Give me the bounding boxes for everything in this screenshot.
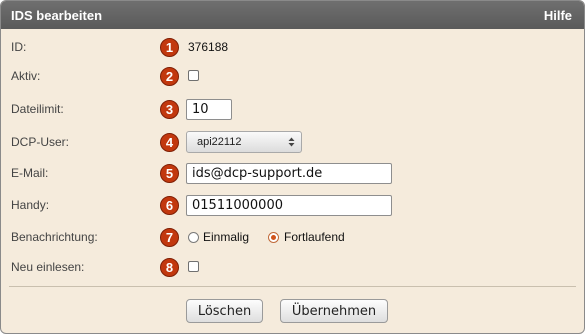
neu-einlesen-checkbox[interactable]: [188, 261, 199, 272]
neu-einlesen-label: Neu einlesen:: [11, 260, 85, 274]
row-email: E-Mail: 5 ids@dcp-support.de: [1, 160, 584, 186]
aktiv-label: Aktiv:: [11, 69, 41, 83]
email-label: E-Mail:: [11, 166, 49, 180]
dialog-title: IDS bearbeiten: [11, 7, 103, 23]
row-handy: Handy: 6 01511000000: [1, 192, 584, 218]
delete-button[interactable]: Löschen: [186, 299, 263, 323]
benachrichtung-label: Benachrichtung:: [11, 230, 98, 244]
handy-field[interactable]: 01511000000: [186, 195, 392, 216]
step-badge-1: 1: [160, 38, 179, 57]
step-badge-7: 7: [160, 228, 179, 247]
ids-edit-dialog: IDS bearbeiten Hilfe ID: 1 376188 Aktiv:…: [0, 0, 585, 334]
id-label: ID:: [11, 40, 27, 54]
step-badge-4: 4: [160, 133, 179, 152]
handy-label: Handy:: [11, 198, 50, 212]
row-aktiv: Aktiv: 2: [1, 63, 584, 89]
row-neu-einlesen: Neu einlesen: 8: [1, 254, 584, 280]
divider: [9, 286, 576, 287]
aktiv-checkbox[interactable]: [188, 70, 199, 81]
email-field[interactable]: ids@dcp-support.de: [186, 163, 392, 184]
dcp-user-selected-value: api22112: [197, 136, 242, 148]
step-badge-5: 5: [160, 164, 179, 183]
dialog-titlebar: IDS bearbeiten Hilfe: [1, 1, 584, 29]
dcp-user-label: DCP-User:: [11, 135, 70, 149]
radio-fortlaufend-label[interactable]: Fortlaufend: [284, 224, 345, 250]
step-badge-3: 3: [160, 100, 179, 119]
step-badge-8: 8: [160, 258, 179, 277]
select-arrows-icon: [288, 137, 295, 147]
id-value: 376188: [188, 40, 229, 54]
dcp-user-select[interactable]: api22112: [186, 131, 302, 153]
apply-button[interactable]: Übernehmen: [280, 299, 388, 323]
radio-fortlaufend[interactable]: [268, 232, 279, 243]
row-dateilimit: Dateilimit: 3 10: [1, 96, 584, 122]
step-badge-2: 2: [160, 67, 179, 86]
radio-einmalig[interactable]: [188, 232, 199, 243]
row-benachrichtung: Benachrichtung: 7 Einmalig Fortlaufend: [1, 224, 584, 250]
dateilimit-input[interactable]: 10: [186, 99, 232, 120]
radio-einmalig-label[interactable]: Einmalig: [203, 224, 249, 250]
row-dcp-user: DCP-User: 4 api22112: [1, 129, 584, 155]
help-link[interactable]: Hilfe: [544, 8, 572, 23]
step-badge-6: 6: [160, 196, 179, 215]
row-id: ID: 1 376188: [1, 34, 584, 60]
dateilimit-label: Dateilimit:: [11, 102, 64, 116]
